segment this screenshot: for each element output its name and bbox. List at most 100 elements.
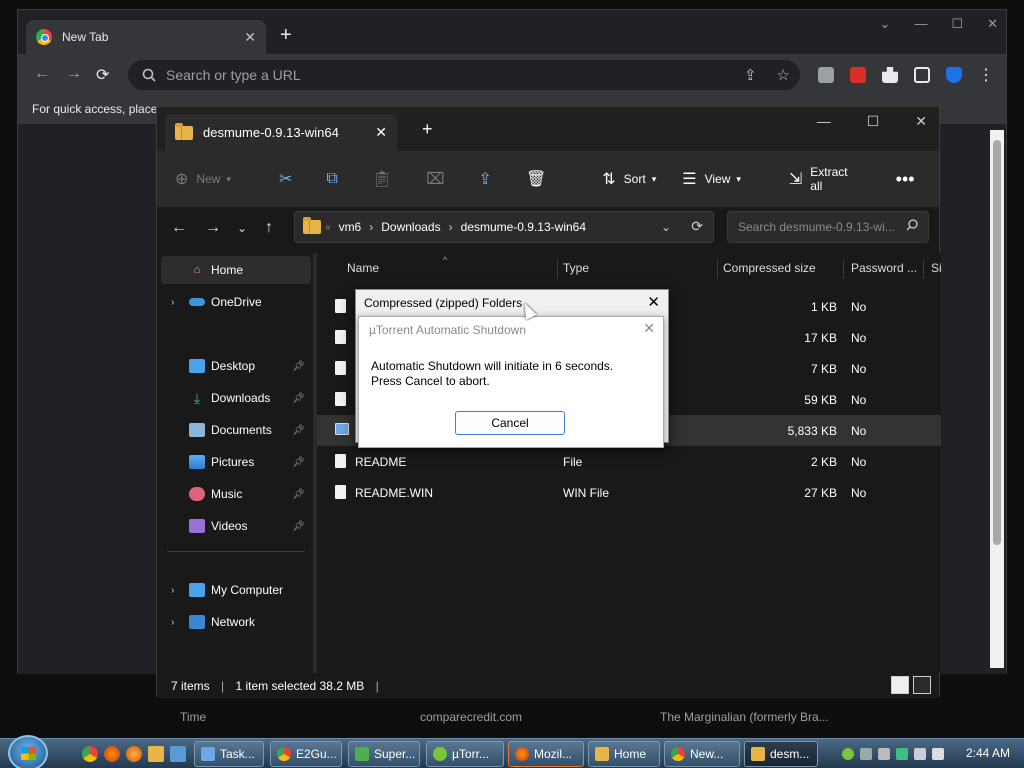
nav-item-onedrive[interactable]: › OneDrive xyxy=(161,288,311,316)
cancel-button[interactable]: Cancel xyxy=(455,411,565,435)
new-button[interactable]: ⊕ New ▾ xyxy=(175,169,231,189)
close-icon[interactable]: ✕ xyxy=(647,293,660,311)
shield-extension-icon[interactable] xyxy=(818,67,834,83)
network-tray-icon[interactable] xyxy=(860,748,872,760)
maximize-button[interactable]: ☐ xyxy=(951,16,963,32)
pin-icon[interactable]: 📌︎ xyxy=(292,361,305,372)
overflow-chevron-icon[interactable]: « xyxy=(325,222,331,233)
chevron-right-icon[interactable]: › xyxy=(171,585,174,596)
clock[interactable]: 2:44 AM xyxy=(966,746,1010,760)
back-icon[interactable]: ← xyxy=(34,65,50,83)
pin-icon[interactable]: 📌︎ xyxy=(292,521,305,532)
volume-icon[interactable] xyxy=(932,748,944,760)
taskbar-item[interactable]: Mozil... xyxy=(508,741,584,767)
close-icon[interactable]: ✕ xyxy=(643,320,655,337)
pin-icon[interactable]: 📌︎ xyxy=(292,489,305,500)
scrollbar-thumb[interactable] xyxy=(993,140,1001,545)
more-options-button[interactable]: ••• xyxy=(896,169,923,190)
share-button[interactable]: ⇪ xyxy=(479,169,500,189)
nav-item-home[interactable]: ⌂ Home xyxy=(161,256,311,284)
status-tray-icon[interactable] xyxy=(896,748,908,760)
utorrent-tray-icon[interactable] xyxy=(842,748,854,760)
nav-item-music[interactable]: Music 📌︎ xyxy=(161,480,311,508)
nav-item-my-computer[interactable]: › My Computer xyxy=(161,576,311,604)
red-extension-icon[interactable] xyxy=(850,67,866,83)
vpn-shield-icon[interactable] xyxy=(946,67,962,83)
side-panel-icon[interactable] xyxy=(914,67,930,83)
more-menu-icon[interactable]: ⋮ xyxy=(978,65,994,85)
taskbar-item[interactable]: E2Gu... xyxy=(270,741,342,767)
nav-item-desktop[interactable]: Desktop 📌︎ xyxy=(161,352,311,380)
security-tray-icon[interactable] xyxy=(878,748,890,760)
taskbar-item[interactable]: Super... xyxy=(348,741,420,767)
shortcut-tile-label[interactable]: The Marginalian (formerly Bra... xyxy=(660,710,829,724)
tab-search-icon[interactable]: ⌄ xyxy=(880,16,891,32)
firefox-alt-quicklaunch-icon[interactable] xyxy=(126,746,142,762)
taskbar-item[interactable]: Task... xyxy=(194,741,264,767)
close-tab-icon[interactable]: ✕ xyxy=(375,124,387,141)
minimize-button[interactable]: — xyxy=(914,16,927,32)
tiles-view-icon[interactable] xyxy=(913,676,931,694)
taskbar-item[interactable]: New... xyxy=(664,741,740,767)
chrome-quicklaunch-icon[interactable] xyxy=(82,746,98,762)
reload-icon[interactable]: ⟳ xyxy=(96,65,109,85)
search-input[interactable]: Search desmume-0.9.13-wi... xyxy=(727,211,929,243)
delete-button[interactable]: 🗑︎ xyxy=(526,169,554,189)
column-header-name[interactable]: Name xyxy=(347,261,379,275)
column-divider[interactable] xyxy=(843,259,844,279)
chevron-right-icon[interactable]: › xyxy=(171,297,174,308)
page-scrollbar[interactable] xyxy=(990,130,1004,668)
column-header-password[interactable]: Password ... xyxy=(851,261,917,275)
close-window-button[interactable]: ✕ xyxy=(987,16,998,32)
breadcrumb[interactable]: « vm6 › Downloads › desmume-0.9.13-win64… xyxy=(294,211,714,243)
chevron-right-icon[interactable]: › xyxy=(171,617,174,628)
taskbar-item[interactable]: Home xyxy=(588,741,660,767)
breadcrumb-item[interactable]: desmume-0.9.13-win64 xyxy=(461,220,586,234)
nav-item-network[interactable]: › Network xyxy=(161,608,311,636)
details-view-icon[interactable] xyxy=(891,676,909,694)
recent-chevron-icon[interactable]: ⌄ xyxy=(237,221,247,235)
maximize-button[interactable]: ☐ xyxy=(867,113,880,130)
pin-icon[interactable]: 📌︎ xyxy=(292,425,305,436)
up-arrow-icon[interactable]: ↑ xyxy=(265,219,273,237)
minimize-button[interactable]: — xyxy=(817,113,831,130)
shortcut-tile-label[interactable]: Time xyxy=(180,710,206,724)
puzzle-extensions-icon[interactable] xyxy=(882,67,898,83)
close-tab-icon[interactable]: ✕ xyxy=(244,29,256,46)
paste-button[interactable]: 📋︎ xyxy=(372,169,400,189)
column-header-compressed-size[interactable]: Compressed size xyxy=(723,261,816,275)
forward-icon[interactable]: → xyxy=(66,65,82,83)
chrome-tab-new-tab[interactable]: New Tab ✕ xyxy=(26,20,266,54)
refresh-icon[interactable]: ⟳ xyxy=(691,218,703,235)
cut-button[interactable]: ✂ xyxy=(279,169,300,189)
address-bar[interactable]: Search or type a URL ⇪ ☆ xyxy=(128,60,800,90)
new-tab-button[interactable]: + xyxy=(280,24,292,47)
forward-icon[interactable]: → xyxy=(205,219,221,237)
sort-button[interactable]: ⇅ Sort ▾ xyxy=(602,169,656,189)
bookmark-star-icon[interactable]: ☆ xyxy=(777,66,790,84)
column-header-type[interactable]: Type xyxy=(563,261,589,275)
explorer-tab[interactable]: desmume-0.9.13-win64 ✕ xyxy=(165,114,397,151)
share-icon[interactable]: ⇪ xyxy=(744,66,757,84)
new-tab-button[interactable]: + xyxy=(422,119,433,140)
folder-quicklaunch-icon[interactable] xyxy=(148,746,164,762)
nav-item-downloads[interactable]: ⤓ Downloads 📌︎ xyxy=(161,384,311,412)
pin-icon[interactable]: 📌︎ xyxy=(292,457,305,468)
taskbar-item-active[interactable]: desm... xyxy=(744,741,818,767)
taskbar-item[interactable]: µTorr... xyxy=(426,741,504,767)
display-tray-icon[interactable] xyxy=(914,748,926,760)
nav-item-pictures[interactable]: Pictures 📌︎ xyxy=(161,448,311,476)
chevron-down-icon[interactable]: ⌄ xyxy=(661,220,671,234)
copy-button[interactable]: ⧉ xyxy=(326,170,345,188)
extract-all-button[interactable]: ⇲ Extract all xyxy=(789,165,848,193)
column-divider[interactable] xyxy=(557,259,558,279)
column-header-size[interactable]: Si xyxy=(931,261,941,275)
breadcrumb-item[interactable]: Downloads xyxy=(381,220,440,234)
back-icon[interactable]: ← xyxy=(171,219,187,237)
nav-item-videos[interactable]: Videos 📌︎ xyxy=(161,512,311,540)
shortcut-tile-label[interactable]: comparecredit.com xyxy=(420,710,522,724)
pin-icon[interactable]: 📌︎ xyxy=(292,393,305,404)
table-row[interactable]: README.WIN WIN File 27 KB No xyxy=(317,477,941,508)
column-divider[interactable] xyxy=(717,259,718,279)
firefox-quicklaunch-icon[interactable] xyxy=(104,746,120,762)
